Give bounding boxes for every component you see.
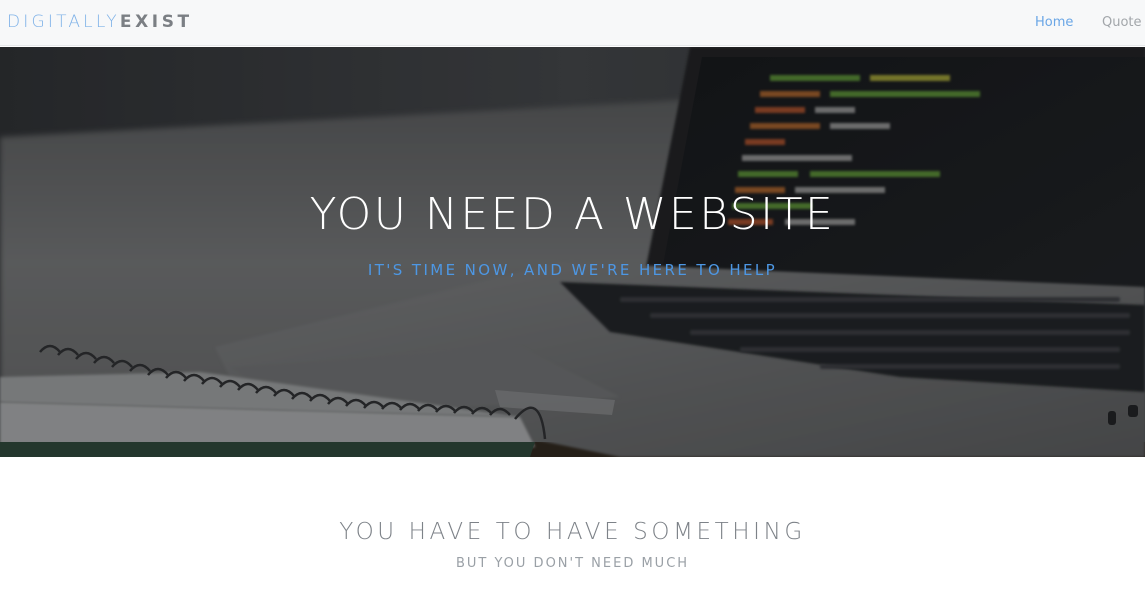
nav-link-quote[interactable]: Quote [1102,15,1142,31]
top-navbar: DIGITALLYEXIST Home Quote [0,0,1145,46]
hero-banner: YOU NEED A WEBSITE IT'S TIME NOW, AND WE… [0,47,1145,457]
hero-title: YOU NEED A WEBSITE [309,189,836,240]
hero-subtitle: IT'S TIME NOW, AND WE'RE HERE TO HELP [367,261,778,279]
brand-logo-link[interactable]: DIGITALLYEXIST [7,12,193,32]
brand-text-light: DIGITALLY [7,12,120,32]
nav-link-home[interactable]: Home [1035,15,1073,31]
section-title: YOU HAVE TO HAVE SOMETHING [339,519,806,545]
brand-text-bold: EXIST [119,12,193,32]
section-subtitle: BUT YOU DON'T NEED MUCH [455,556,690,571]
laptop-and-notebook-photo [0,47,1145,457]
